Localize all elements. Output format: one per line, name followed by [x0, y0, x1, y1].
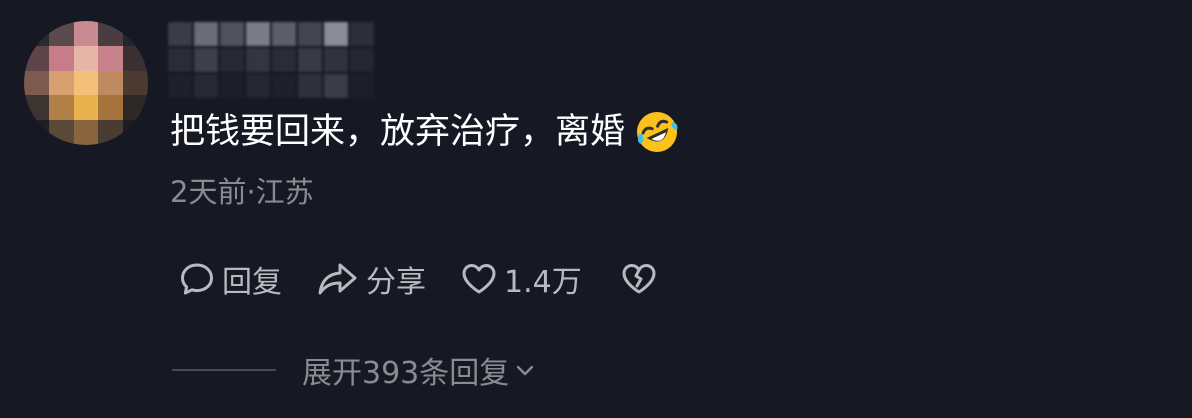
share-button[interactable]: 分享	[316, 257, 426, 301]
like-button[interactable]: 1.4万	[460, 257, 582, 301]
share-label: 分享	[366, 265, 426, 300]
avatar[interactable]	[24, 21, 148, 145]
comment-meta: 2天前·江苏	[170, 175, 314, 209]
comment-text: 把钱要回来，放弃治疗，离婚	[170, 108, 679, 156]
action-bar: 回复 分享 1.4万	[178, 256, 658, 302]
comment-item: 把钱要回来，放弃治疗，离婚 2天前·江苏 回复 分享 1.4万 展开393条回复	[0, 0, 1192, 418]
broken-heart-icon	[622, 264, 656, 294]
dislike-button[interactable]	[620, 260, 658, 298]
expand-replies-button[interactable]: 展开393条回复	[302, 348, 537, 392]
username-blurred[interactable]	[168, 22, 374, 100]
heart-icon	[462, 264, 496, 294]
reply-button[interactable]: 回复	[178, 257, 282, 301]
like-count: 1.4万	[504, 265, 582, 300]
share-arrow-icon	[318, 263, 357, 295]
chevron-down-icon	[517, 365, 534, 376]
reply-label: 回复	[222, 265, 282, 300]
replies-divider	[172, 369, 276, 371]
expand-replies-row: 展开393条回复	[172, 348, 537, 392]
comment-bubble-icon	[181, 263, 213, 295]
rolling-laughing-emoji-icon	[635, 110, 679, 154]
expand-replies-label: 展开393条回复	[302, 356, 510, 391]
comment-text-content: 把钱要回来，放弃治疗，离婚	[170, 112, 626, 152]
